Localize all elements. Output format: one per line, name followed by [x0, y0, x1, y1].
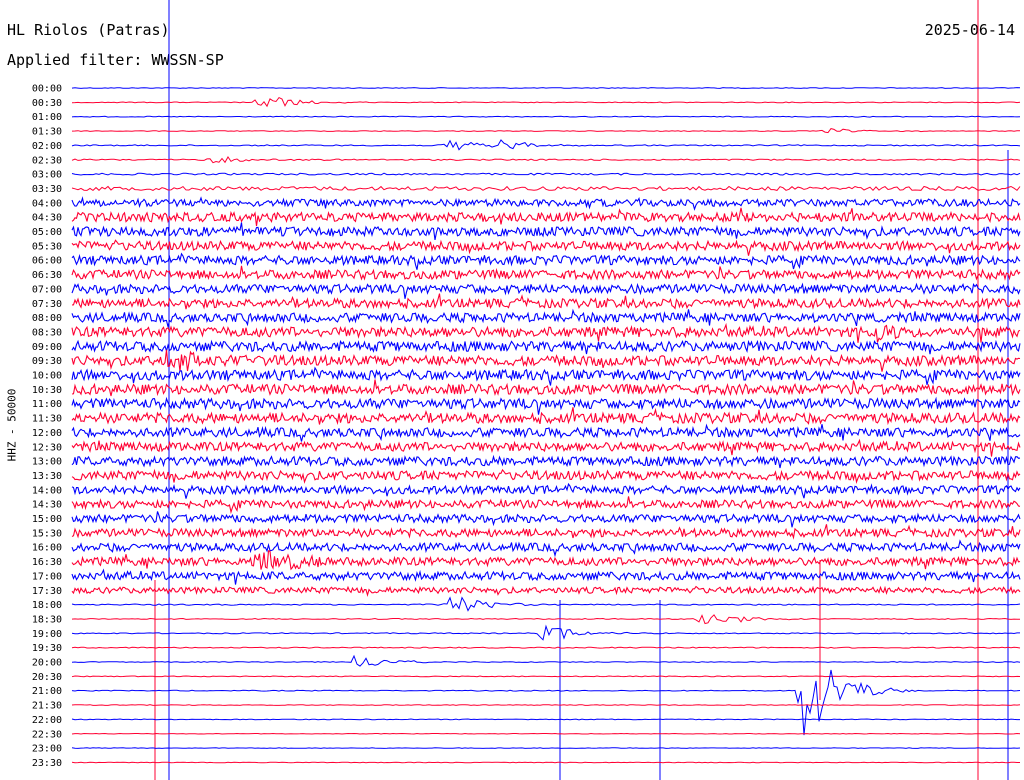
trace-2000 — [71, 654, 1021, 667]
trace-1730 — [71, 585, 1021, 598]
row-label-2230: 22:30 — [32, 729, 62, 740]
row-label-0600: 06:00 — [32, 256, 62, 267]
trace-2030 — [71, 675, 1021, 678]
trace-0300 — [71, 172, 1021, 176]
row-label-1000: 10:00 — [32, 371, 62, 382]
row-label-1430: 14:30 — [32, 500, 62, 511]
trace-1030 — [71, 379, 1021, 397]
trace-0030 — [71, 96, 1021, 108]
trace-0230 — [71, 156, 1021, 164]
seismogram-plot: 00:00 00:30 01:00 01:30 02:00 02:30 03:00 03:30… — [32, 0, 1021, 780]
row-label-2300: 23:00 — [32, 744, 62, 755]
trace-0800 — [71, 308, 1021, 327]
row-label-2000: 20:00 — [32, 658, 62, 669]
row-label-0200: 02:00 — [32, 141, 62, 152]
trace-1000 — [71, 366, 1021, 386]
row-label-1030: 10:30 — [32, 385, 62, 396]
row-label-0900: 09:00 — [32, 342, 62, 353]
trace-1200 — [71, 423, 1021, 442]
trace-0430 — [71, 207, 1021, 227]
trace-1700 — [71, 568, 1021, 585]
trace-1230 — [71, 438, 1021, 457]
row-label-2200: 22:00 — [32, 715, 62, 726]
trace-1830 — [71, 614, 1020, 625]
row-label-1100: 11:00 — [32, 399, 62, 410]
trace-1430 — [71, 496, 1021, 515]
trace-0830 — [71, 322, 1021, 343]
trace-0400 — [71, 196, 1021, 211]
trace-1300 — [71, 454, 1021, 469]
row-label-0700: 07:00 — [32, 284, 62, 295]
row-label-0130: 01:30 — [32, 127, 62, 138]
trace-0530 — [71, 239, 1021, 256]
row-label-0830: 08:30 — [32, 327, 62, 338]
row-label-0500: 05:00 — [32, 227, 62, 238]
trace-0700 — [71, 282, 1021, 299]
row-label-2130: 21:30 — [32, 701, 62, 712]
trace-0100 — [71, 115, 1021, 118]
trace-1130 — [71, 407, 1021, 426]
trace-1630 — [71, 550, 1021, 571]
row-label-1330: 13:30 — [32, 471, 62, 482]
trace-0630 — [71, 265, 1021, 281]
row-label-1930: 19:30 — [32, 643, 62, 654]
row-label-0230: 02:30 — [32, 155, 62, 166]
row-label-1530: 15:30 — [32, 528, 62, 539]
row-label-0630: 06:30 — [32, 270, 62, 281]
row-label-1130: 11:30 — [32, 414, 62, 425]
row-label-0400: 04:00 — [32, 198, 62, 209]
trace-1400 — [71, 482, 1021, 499]
trace-1100 — [71, 396, 1021, 415]
trace-0330 — [71, 185, 1021, 192]
trace-0500 — [71, 222, 1021, 241]
trace-1800 — [71, 596, 1021, 612]
row-label-1900: 19:00 — [32, 629, 62, 640]
trace-2300 — [71, 747, 1021, 749]
trace-0930 — [71, 349, 1021, 372]
trace-2330 — [71, 761, 1020, 764]
row-label-1730: 17:30 — [32, 586, 62, 597]
trace-0730 — [71, 293, 1021, 310]
trace-1500 — [71, 511, 1021, 528]
trace-1330 — [71, 468, 1021, 484]
row-label-2100: 21:00 — [32, 686, 62, 697]
trace-0200 — [71, 139, 1021, 151]
row-label-0330: 03:30 — [32, 184, 62, 195]
row-label-1800: 18:00 — [32, 600, 62, 611]
trace-2130 — [71, 704, 1021, 706]
trace-0000 — [71, 87, 1021, 89]
trace-0900 — [71, 339, 1021, 355]
row-label-1500: 15:00 — [32, 514, 62, 525]
row-label-0430: 04:30 — [32, 213, 62, 224]
trace-2200 — [71, 718, 1020, 721]
row-label-0800: 08:00 — [32, 313, 62, 324]
trace-0600 — [71, 252, 1021, 270]
row-label-2330: 23:30 — [32, 758, 62, 769]
trace-1900 — [71, 624, 1020, 641]
row-label-0000: 00:00 — [32, 84, 62, 95]
trace-1600 — [71, 539, 1021, 558]
row-label-0030: 00:30 — [32, 98, 62, 109]
row-label-1300: 13:00 — [32, 457, 62, 468]
trace-2100 — [71, 669, 1021, 736]
row-label-0300: 03:00 — [32, 170, 62, 181]
row-label-0930: 09:30 — [32, 356, 62, 367]
trace-layer — [71, 87, 1021, 764]
trace-2230 — [71, 732, 1021, 735]
row-labels: 00:00 00:30 01:00 01:30 02:00 02:30 03:00 03:30… — [32, 84, 62, 769]
row-label-0100: 01:00 — [32, 112, 62, 123]
row-label-1230: 12:30 — [32, 442, 62, 453]
trace-1530 — [71, 524, 1021, 540]
row-label-1400: 14:00 — [32, 485, 62, 496]
row-label-1700: 17:00 — [32, 571, 62, 582]
row-label-0530: 05:30 — [32, 241, 62, 252]
row-label-1630: 16:30 — [32, 557, 62, 568]
trace-1930 — [71, 646, 1021, 649]
row-label-2030: 20:30 — [32, 672, 62, 683]
row-label-1600: 16:00 — [32, 543, 62, 554]
row-label-1830: 18:30 — [32, 614, 62, 625]
row-label-0730: 07:30 — [32, 299, 62, 310]
trace-0130 — [71, 128, 1021, 134]
row-label-1200: 12:00 — [32, 428, 62, 439]
